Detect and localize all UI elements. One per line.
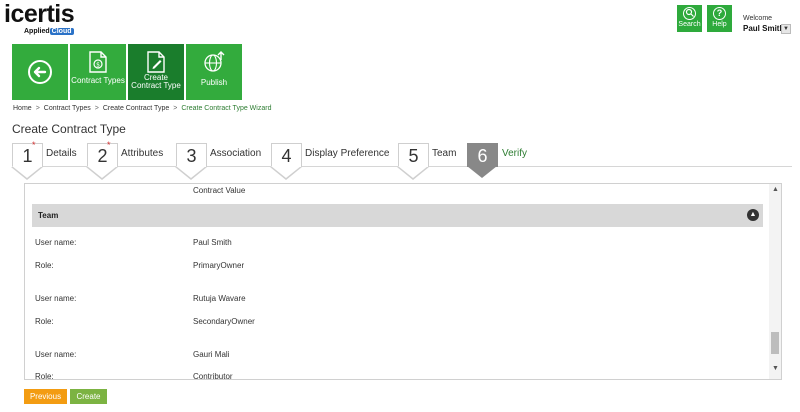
publish-label: Publish — [200, 78, 228, 87]
breadcrumb-create-contract-type[interactable]: Create Contract Type — [103, 105, 169, 112]
breadcrumb-contract-types[interactable]: Contract Types — [44, 105, 91, 112]
help-icon: ? — [713, 7, 726, 20]
step-label: Display Preference — [305, 148, 390, 159]
role-value: SecondaryOwner — [193, 317, 255, 326]
step-arrow — [467, 166, 497, 178]
page-title: Create Contract Type — [12, 122, 126, 136]
step-arrow — [271, 166, 301, 178]
search-button[interactable]: Search — [677, 5, 702, 32]
role-label: Role: — [35, 372, 54, 380]
user-name-label: User name: — [35, 238, 77, 247]
step-arrow — [12, 166, 42, 178]
user-name-value: Rutuja Wavare — [193, 294, 246, 303]
user-menu-dropdown-icon[interactable]: ▼ — [781, 24, 791, 34]
breadcrumb-current: Create Contract Type Wizard — [181, 105, 272, 112]
step-label: Details — [46, 148, 77, 159]
back-arrow-icon — [28, 60, 52, 84]
logo-sub-text: Applied — [24, 28, 50, 35]
step-arrow — [87, 166, 117, 178]
logo-subtext: Applied Cloud — [24, 28, 74, 35]
breadcrumb-separator: > — [173, 105, 178, 112]
breadcrumb-separator: > — [94, 105, 99, 112]
icertis-logo[interactable]: icertis Applied Cloud — [4, 2, 84, 38]
breadcrumb-separator: > — [35, 105, 40, 112]
step-label: Verify — [502, 148, 528, 159]
collapse-up-icon[interactable]: ▲ — [747, 209, 759, 221]
step-number: 3 — [176, 143, 207, 167]
svg-text:$: $ — [96, 62, 100, 69]
contract-document-icon: $ — [89, 51, 107, 73]
publish-globe-icon — [204, 51, 225, 72]
step-number: 2 — [87, 143, 118, 167]
step-number: 1 — [12, 143, 43, 167]
step-label: Association — [210, 148, 262, 159]
user-name-value: Paul Smith — [193, 238, 232, 247]
contract-value-label: Contract Value — [193, 186, 246, 195]
required-marker: * — [32, 140, 36, 150]
create-button[interactable]: Create — [70, 389, 107, 404]
user-name[interactable]: Paul Smith — [743, 24, 784, 33]
step-arrow — [176, 166, 206, 178]
contract-types-label: Contract Types — [71, 76, 125, 85]
help-label: Help — [712, 21, 727, 28]
scrollbar-thumb[interactable] — [771, 332, 779, 354]
previous-button[interactable]: Previous — [24, 389, 67, 404]
required-marker: * — [107, 140, 111, 150]
panel-scrollbar[interactable]: ▲ ▼ — [769, 184, 781, 379]
user-name-label: User name: — [35, 294, 77, 303]
user-name-value: Gauri Mali — [193, 350, 230, 359]
verify-panel: Contract Value Team ▲ User name: Paul Sm… — [24, 183, 782, 380]
step-number: 6 — [467, 143, 498, 167]
role-value: PrimaryOwner — [193, 261, 245, 270]
breadcrumb-home[interactable]: Home — [13, 105, 32, 112]
team-section-header[interactable]: Team ▲ — [32, 204, 763, 227]
logo-text: icertis — [4, 0, 75, 28]
create-contract-type-label: Create Contract Type — [131, 73, 181, 90]
scroll-down-icon[interactable]: ▼ — [772, 365, 779, 372]
page: icertis Applied Cloud Search ? Help Welco… — [0, 0, 800, 412]
search-label: Search — [678, 21, 701, 28]
create-contract-type-button[interactable]: Create Contract Type — [128, 44, 184, 100]
help-button[interactable]: ? Help — [707, 5, 732, 32]
role-value: Contributor — [193, 372, 233, 380]
step-number: 4 — [271, 143, 302, 167]
welcome-label: Welcome — [743, 15, 773, 22]
publish-button[interactable]: Publish — [186, 44, 242, 100]
step-label: Attributes — [121, 148, 164, 159]
contract-types-button[interactable]: $ Contract Types — [70, 44, 126, 100]
step-label: Team — [432, 148, 457, 159]
create-document-icon — [147, 51, 165, 73]
step-number: 5 — [398, 143, 429, 167]
search-icon — [683, 7, 696, 20]
team-section-title: Team — [38, 211, 59, 220]
breadcrumb: Home > Contract Types > Create Contract Type… — [13, 105, 271, 112]
role-label: Role: — [35, 317, 54, 326]
step-arrow — [398, 166, 428, 178]
role-label: Role: — [35, 261, 54, 270]
user-name-label: User name: — [35, 350, 77, 359]
logo-cloud-tag: Cloud — [49, 28, 74, 35]
scroll-up-icon[interactable]: ▲ — [772, 186, 779, 193]
back-button[interactable] — [12, 44, 68, 100]
